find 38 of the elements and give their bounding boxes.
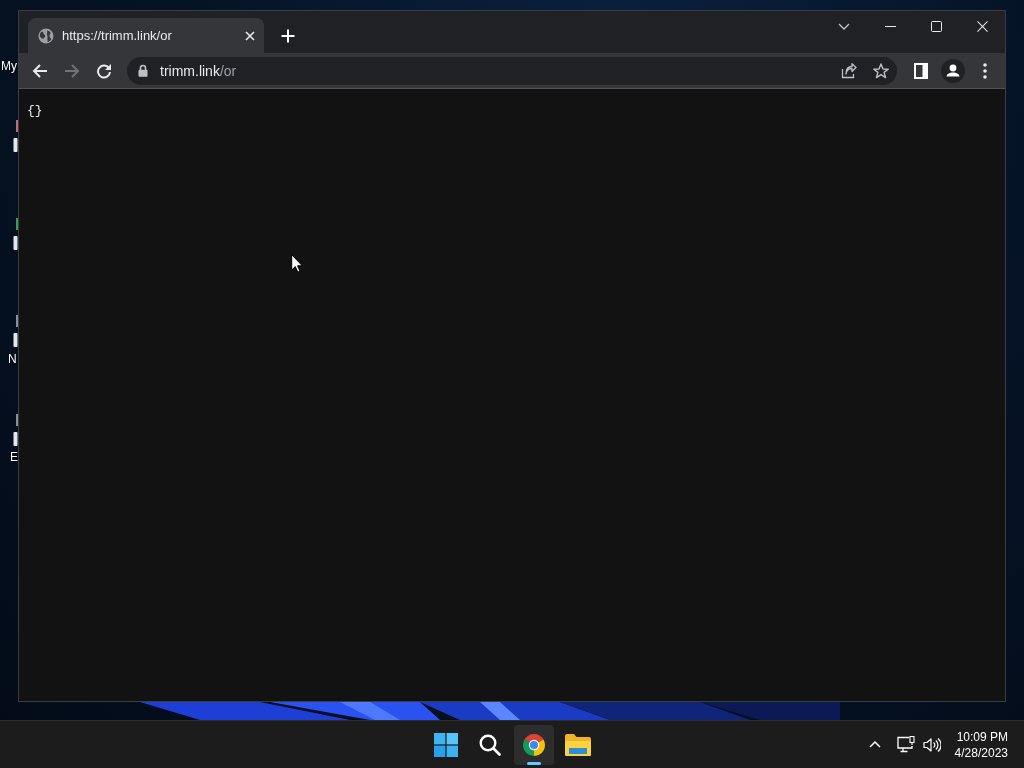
chevron-down-icon <box>838 22 850 30</box>
share-icon <box>841 62 857 79</box>
side-panel-icon <box>914 62 928 79</box>
speaker-icon <box>922 736 941 753</box>
desktop-icon-label: E <box>10 450 18 464</box>
desktop-icon-label: N <box>8 352 17 366</box>
search-icon <box>479 733 501 756</box>
folder-icon <box>565 733 591 756</box>
desktop-icon[interactable] <box>13 414 18 446</box>
address-bar[interactable]: trimm.link/or <box>127 56 897 85</box>
desktop-icon-label: My <box>1 59 17 73</box>
person-icon <box>941 58 965 83</box>
lock-icon <box>138 64 148 77</box>
desktop-icon[interactable] <box>13 218 18 250</box>
browser-tab[interactable]: https://trimm.link/or <box>28 18 264 53</box>
chevron-up-icon <box>868 741 881 748</box>
close-icon <box>976 20 988 32</box>
desktop-icon[interactable] <box>13 120 18 152</box>
forward-arrow-icon <box>64 62 80 79</box>
browser-logo-icon <box>522 732 546 757</box>
reload-icon <box>96 62 112 79</box>
globe-icon <box>38 27 54 44</box>
windows-logo-icon <box>434 732 458 757</box>
mouse-cursor-icon <box>291 254 303 273</box>
json-text: {} <box>27 103 43 119</box>
plus-icon <box>281 29 295 43</box>
url-text: trimm.link/or <box>160 62 237 79</box>
more-vertical-icon <box>983 62 987 79</box>
maximize-icon <box>930 20 942 32</box>
star-icon <box>873 62 889 79</box>
clock-button[interactable]: 10:09 PM 4/28/2023 <box>950 724 1012 765</box>
back-arrow-icon <box>32 62 48 79</box>
minimize-icon <box>884 25 896 27</box>
desktop-icon[interactable] <box>13 315 18 347</box>
close-icon <box>245 30 255 41</box>
profile-button[interactable] <box>939 56 967 85</box>
browser-taskbar-button[interactable] <box>514 724 554 765</box>
network-monitor-icon <box>896 736 915 753</box>
